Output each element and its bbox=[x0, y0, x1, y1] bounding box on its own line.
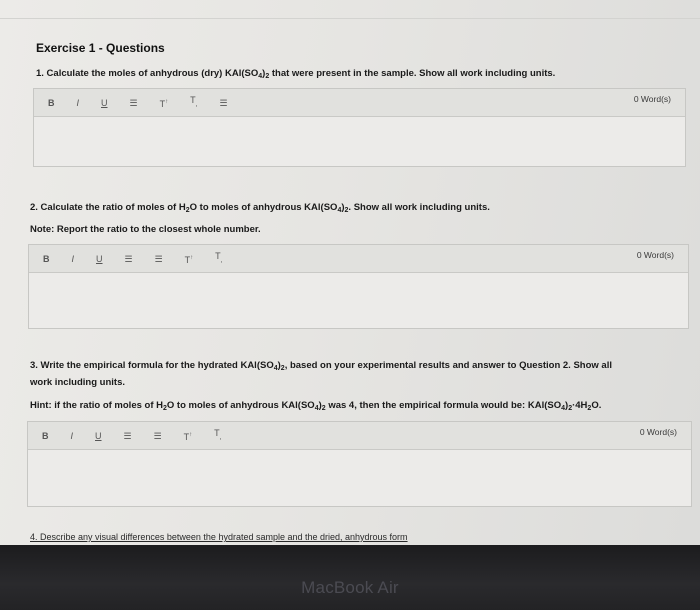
top-divider bbox=[0, 18, 700, 19]
bold-button[interactable]: B bbox=[42, 430, 49, 442]
bold-button[interactable]: B bbox=[43, 253, 50, 265]
underline-button[interactable]: U bbox=[101, 97, 108, 109]
word-count-1: 0 Word(s) bbox=[633, 94, 671, 104]
underline-button[interactable]: U bbox=[95, 430, 102, 442]
answer-editor-2: B I U ☰ ☰ T↑ T, 0 Word(s) bbox=[28, 244, 689, 329]
editor-toolbar-2: B I U ☰ ☰ T↑ T, 0 Word(s) bbox=[29, 245, 688, 273]
exercise-title: Exercise 1 - Questions bbox=[36, 41, 165, 55]
question-2-note: Note: Report the ratio to the closest wh… bbox=[30, 224, 261, 235]
word-count-2: 0 Word(s) bbox=[636, 250, 674, 260]
answer-textarea-2[interactable] bbox=[29, 273, 688, 328]
italic-button[interactable]: I bbox=[71, 430, 74, 442]
unordered-list-icon[interactable]: ☰ bbox=[220, 97, 228, 109]
ordered-list-icon[interactable]: ☰ bbox=[130, 97, 138, 109]
answer-editor-1: B I U ☰ T↑ T, ☰ 0 Word(s) bbox=[33, 88, 686, 167]
word-count-3: 0 Word(s) bbox=[639, 427, 677, 437]
ordered-list-icon[interactable]: ☰ bbox=[125, 253, 133, 265]
question-4-text: 4. Describe any visual differences betwe… bbox=[30, 532, 408, 542]
answer-textarea-3[interactable] bbox=[28, 450, 691, 506]
question-3-text: 3. Write the empirical formula for the h… bbox=[30, 360, 612, 388]
superscript-button[interactable]: T↑ bbox=[184, 429, 193, 443]
ordered-list-icon[interactable]: ☰ bbox=[124, 430, 132, 442]
answer-textarea-1[interactable] bbox=[34, 117, 685, 166]
underline-button[interactable]: U bbox=[96, 253, 103, 265]
answer-editor-3: B I U ☰ ☰ T↑ T, 0 Word(s) bbox=[27, 421, 692, 507]
subscript-button[interactable]: T, bbox=[215, 250, 222, 267]
question-1-text: 1. Calculate the moles of anhydrous (dry… bbox=[36, 68, 556, 80]
unordered-list-icon[interactable]: ☰ bbox=[155, 253, 163, 265]
bold-button[interactable]: B bbox=[48, 97, 55, 109]
italic-button[interactable]: I bbox=[77, 97, 80, 109]
superscript-button[interactable]: T↑ bbox=[185, 252, 194, 266]
laptop-brand-label: MacBook Air bbox=[301, 578, 399, 597]
subscript-button[interactable]: T, bbox=[190, 94, 197, 111]
question-2-text: 2. Calculate the ratio of moles of H2O t… bbox=[30, 202, 490, 214]
subscript-button[interactable]: T, bbox=[214, 427, 221, 444]
browser-viewport: Exercise 1 - Questions 1. Calculate the … bbox=[0, 0, 700, 545]
editor-toolbar-3: B I U ☰ ☰ T↑ T, 0 Word(s) bbox=[28, 422, 691, 450]
unordered-list-icon[interactable]: ☰ bbox=[154, 430, 162, 442]
superscript-button[interactable]: T↑ bbox=[160, 96, 169, 110]
italic-button[interactable]: I bbox=[72, 253, 75, 265]
editor-toolbar-1: B I U ☰ T↑ T, ☰ 0 Word(s) bbox=[34, 89, 685, 117]
question-3-hint: Hint: if the ratio of moles of H2O to mo… bbox=[30, 400, 602, 412]
